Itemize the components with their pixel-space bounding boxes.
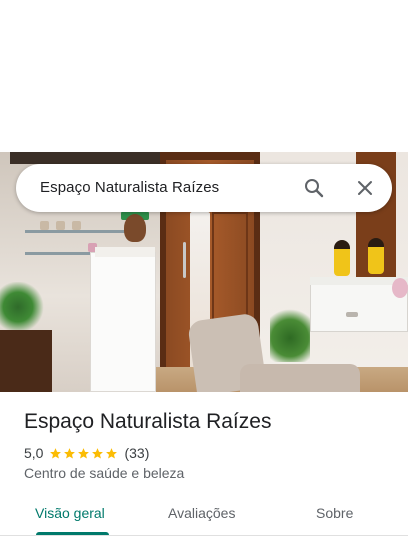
tab-overview[interactable]: Visão geral (35, 505, 105, 521)
star-icon (78, 447, 90, 459)
place-tabs: Visão geral Avaliações Sobre (0, 493, 408, 535)
rating-row[interactable]: 5,0 (33) (24, 444, 149, 462)
photo-plant-right (270, 302, 310, 362)
photo-doll (368, 238, 384, 274)
tab-reviews[interactable]: Avaliações (168, 505, 235, 521)
star-icon (92, 447, 104, 459)
place-name: Espaço Naturalista Raízes (24, 410, 272, 433)
photo-drawer-knob (346, 312, 358, 317)
photo-flowers (392, 278, 408, 298)
star-icon (64, 447, 76, 459)
review-count[interactable]: (33) (124, 445, 149, 461)
search-icon[interactable] (302, 176, 326, 200)
photo-jar (56, 221, 65, 230)
rating-value: 5,0 (24, 445, 44, 461)
close-icon[interactable] (353, 176, 377, 200)
photo-doll (334, 240, 350, 276)
photo-plant-left (0, 282, 45, 332)
photo-jar (72, 221, 81, 230)
photo-shelf-dark (10, 152, 160, 164)
tabs-divider (0, 535, 408, 536)
rating-stars (49, 447, 118, 460)
star-icon (50, 447, 62, 459)
place-category: Centro de saúde e beleza (24, 465, 185, 481)
tab-about[interactable]: Sobre (316, 505, 353, 521)
photo-cabinet (90, 252, 156, 392)
photo-mannequin (124, 214, 146, 242)
star-icon (106, 447, 118, 459)
photo-shelf-glass-1 (25, 230, 125, 233)
photo-jar (40, 221, 49, 230)
search-bar[interactable]: Espaço Naturalista Raízes (16, 164, 392, 212)
photo-chair-seat (240, 364, 360, 392)
top-blank-area (0, 0, 408, 152)
photo-door-handle (183, 242, 186, 278)
photo-cabinet-top (95, 247, 155, 257)
photo-plant-stand (0, 330, 52, 392)
search-query[interactable]: Espaço Naturalista Raízes (40, 179, 219, 196)
